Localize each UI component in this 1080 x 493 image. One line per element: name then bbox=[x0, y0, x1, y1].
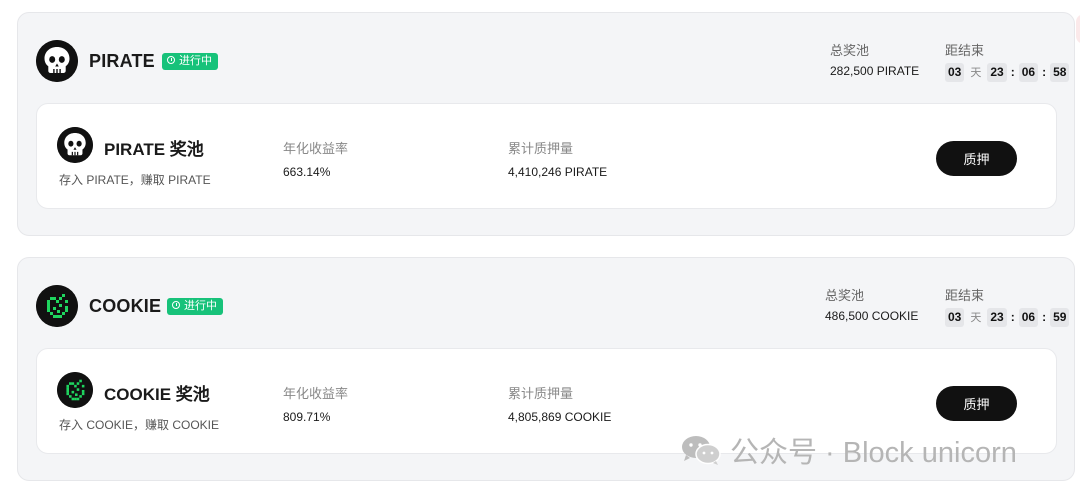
skull-icon bbox=[36, 40, 78, 82]
countdown-days: 03 bbox=[945, 62, 965, 82]
clock-icon bbox=[172, 301, 180, 309]
total-staked-label: 累计质押量 bbox=[508, 386, 574, 401]
countdown-seconds: 58 bbox=[1050, 62, 1070, 82]
cookie-icon bbox=[57, 372, 93, 408]
clock-icon bbox=[167, 56, 175, 64]
countdown: 03 天 23 : 06 : 59 bbox=[945, 307, 1070, 327]
pirate-campaign-card: PIRATE 进行中 总奖池 282,500 PIRATE 距结束 03 天 2… bbox=[17, 12, 1075, 236]
countdown: 03 天 23 : 06 : 58 bbox=[945, 62, 1070, 82]
campaign-header: PIRATE 进行中 总奖池 282,500 PIRATE 距结束 03 天 2… bbox=[18, 13, 1074, 103]
status-badge: 进行中 bbox=[167, 298, 223, 315]
wechat-icon bbox=[682, 436, 721, 465]
total-staked-value: 4,805,869 COOKIE bbox=[508, 410, 612, 424]
countdown-minutes: 06 bbox=[1018, 62, 1039, 82]
total-pool-value: 282,500 PIRATE bbox=[830, 64, 920, 78]
pool-title: COOKIE 奖池 bbox=[104, 385, 210, 404]
total-staked-value: 4,410,246 PIRATE bbox=[508, 165, 608, 179]
pool-panel: PIRATE 奖池 存入 PIRATE，赚取 PIRATE 年化收益率 663.… bbox=[36, 103, 1057, 209]
countdown-days: 03 bbox=[945, 307, 965, 327]
campaign-header: COOKIE 进行中 总奖池 486,500 COOKIE 距结束 03 天 2… bbox=[18, 258, 1074, 348]
apr-label: 年化收益率 bbox=[283, 141, 349, 156]
campaign-title: PIRATE bbox=[89, 51, 155, 71]
skull-icon bbox=[57, 127, 93, 163]
countdown-minutes: 06 bbox=[1018, 307, 1039, 327]
total-pool-label: 总奖池 bbox=[830, 43, 870, 58]
edge-decoration bbox=[1076, 14, 1080, 44]
apr-value: 663.14% bbox=[283, 165, 331, 179]
countdown-hours: 23 bbox=[987, 307, 1007, 327]
pool-subtitle: 存入 PIRATE，赚取 PIRATE bbox=[59, 173, 211, 187]
apr-label: 年化收益率 bbox=[283, 386, 349, 401]
total-pool-label: 总奖池 bbox=[825, 288, 865, 303]
countdown-hours: 23 bbox=[987, 62, 1007, 82]
cookie-icon bbox=[36, 285, 78, 327]
countdown-separator: : bbox=[1042, 65, 1047, 79]
countdown-seconds: 59 bbox=[1050, 307, 1070, 327]
watermark-text: 公众号 · Block unicorn bbox=[730, 437, 1017, 469]
stake-button[interactable]: 质押 bbox=[936, 386, 1017, 421]
stake-button[interactable]: 质押 bbox=[936, 141, 1017, 176]
time-left-label: 距结束 bbox=[945, 288, 985, 303]
pool-title: PIRATE 奖池 bbox=[104, 140, 204, 159]
status-badge: 进行中 bbox=[162, 53, 218, 70]
total-staked-label: 累计质押量 bbox=[508, 141, 574, 156]
countdown-days-unit: 天 bbox=[970, 312, 982, 324]
countdown-days-unit: 天 bbox=[970, 67, 982, 79]
total-pool-value: 486,500 COOKIE bbox=[825, 309, 919, 323]
countdown-separator: : bbox=[1042, 310, 1047, 324]
watermark: 公众号 · Block unicorn bbox=[680, 432, 1017, 469]
apr-value: 809.71% bbox=[283, 410, 331, 424]
countdown-separator: : bbox=[1010, 65, 1015, 79]
time-left-label: 距结束 bbox=[945, 43, 985, 58]
countdown-separator: : bbox=[1010, 310, 1015, 324]
pool-subtitle: 存入 COOKIE，赚取 COOKIE bbox=[59, 418, 220, 432]
campaign-title: COOKIE bbox=[89, 296, 162, 316]
